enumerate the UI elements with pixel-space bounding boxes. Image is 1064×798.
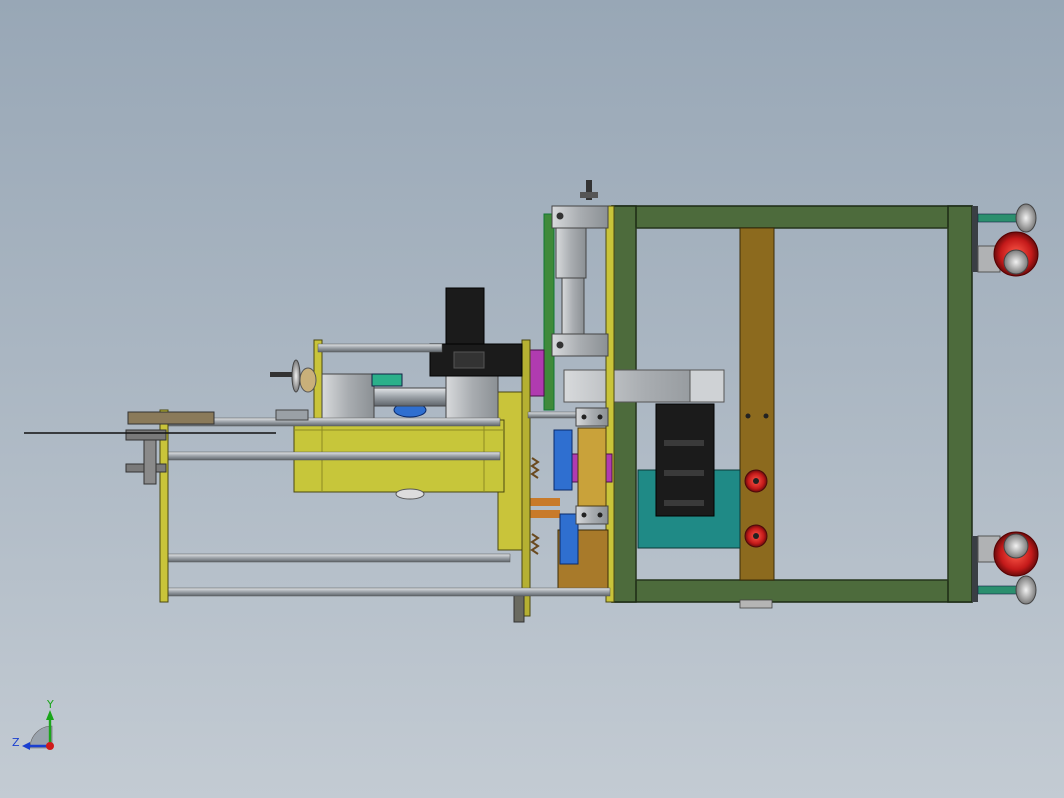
slide-blocks	[575, 407, 609, 525]
triad-z-label: Z	[12, 736, 20, 749]
drive-motor	[637, 403, 741, 549]
left-handwheel	[270, 359, 317, 393]
triad-y-label: Y	[47, 698, 54, 711]
axis-triad	[22, 710, 54, 750]
upper-cylinder	[551, 180, 609, 357]
cad-viewport[interactable]: Y Z	[0, 0, 1064, 798]
top-housing	[563, 369, 725, 403]
assembly-drawing	[22, 180, 1039, 750]
servo-motor	[429, 287, 523, 377]
caster-bottom	[977, 531, 1039, 605]
center-beam	[739, 227, 775, 609]
caster-top	[977, 203, 1039, 277]
